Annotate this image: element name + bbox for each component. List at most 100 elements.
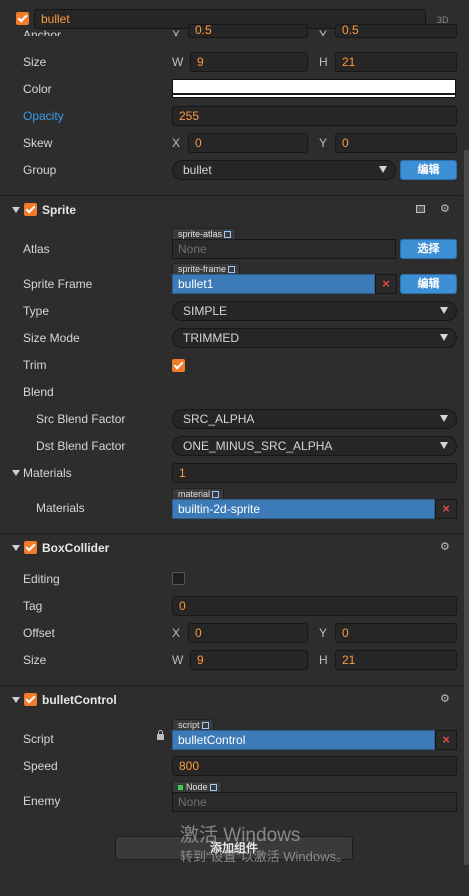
skew-label: Skew <box>23 136 53 150</box>
color-swatch[interactable] <box>172 79 456 98</box>
chevron-down-icon <box>440 307 448 314</box>
src-blend-select[interactable]: SRC_ALPHA <box>172 409 457 429</box>
anchor-y-label: Y <box>319 28 328 36</box>
divider <box>0 195 463 196</box>
size-label: Size <box>23 55 47 69</box>
book-icon[interactable] <box>416 205 425 213</box>
node-icon <box>178 785 183 790</box>
divider <box>0 533 463 534</box>
enemy-field[interactable]: None <box>172 792 457 812</box>
collider-h-label: H <box>319 653 328 667</box>
collider-height-input[interactable]: 21 <box>335 650 457 670</box>
size-height-input[interactable]: 21 <box>335 52 457 72</box>
enemy-label: Enemy <box>23 794 61 808</box>
opacity-input[interactable]: 255 <box>172 106 457 126</box>
collider-w-label: W <box>172 653 184 667</box>
clear-material-icon[interactable]: × <box>435 499 457 519</box>
editing-checkbox[interactable] <box>172 572 185 585</box>
chevron-down-icon <box>440 334 448 341</box>
size-w-label: W <box>172 55 184 69</box>
collapse-arrow-icon <box>12 207 20 213</box>
script-field[interactable]: bulletControl <box>172 730 435 750</box>
atlas-field[interactable]: None <box>172 239 396 259</box>
materials-item-label: Materials <box>36 501 85 515</box>
group-select[interactable]: bullet <box>172 160 396 180</box>
material-field[interactable]: builtin-2d-sprite <box>172 499 435 519</box>
sprite-enabled-checkbox[interactable] <box>24 203 37 216</box>
offset-x-label: X <box>172 626 181 640</box>
src-blend-label: Src Blend Factor <box>36 412 126 426</box>
boxcollider-title: BoxCollider <box>42 541 110 555</box>
sprite-frame-edit-button[interactable]: 编辑 <box>400 274 457 294</box>
sprite-frame-type-tag-label: sprite-frame <box>178 264 227 274</box>
editing-label: Editing <box>23 572 60 586</box>
gear-icon[interactable]: ⚙ <box>440 694 450 705</box>
offset-label: Offset <box>23 626 55 640</box>
expand-arrow-icon[interactable] <box>12 470 20 476</box>
anchor-label: Anchor <box>23 28 62 36</box>
anchor-y-input[interactable]: 0.5 <box>335 24 457 38</box>
sprite-frame-label: Sprite Frame <box>23 277 93 291</box>
scrollbar[interactable] <box>464 150 469 865</box>
size-mode-select[interactable]: TRIMMED <box>172 328 457 348</box>
blend-label: Blend <box>23 385 54 399</box>
open-link-icon[interactable] <box>228 266 236 273</box>
type-select[interactable]: SIMPLE <box>172 301 457 321</box>
dst-blend-label: Dst Blend Factor <box>36 439 126 453</box>
collapse-arrow-icon <box>12 697 20 703</box>
activate-windows-subtitle: 转到“设置”以激活 Windows。 <box>180 849 350 864</box>
sprite-title: Sprite <box>42 203 77 217</box>
script-type-tag-label: script <box>178 720 200 730</box>
clear-script-icon[interactable]: × <box>435 730 457 750</box>
src-blend-select-value: SRC_ALPHA <box>183 412 255 426</box>
open-link-icon[interactable] <box>212 491 220 498</box>
trim-label: Trim <box>23 358 47 372</box>
tag-input[interactable]: 0 <box>172 596 457 616</box>
offset-x-input[interactable]: 0 <box>188 623 308 643</box>
script-label: Script <box>23 732 54 746</box>
materials-label: Materials <box>23 466 72 480</box>
dst-blend-select[interactable]: ONE_MINUS_SRC_ALPHA <box>172 436 457 456</box>
size-width-input[interactable]: 9 <box>190 52 308 72</box>
group-label: Group <box>23 163 57 177</box>
chevron-down-icon <box>440 415 448 422</box>
chevron-down-icon <box>440 442 448 449</box>
gear-icon[interactable]: ⚙ <box>440 542 450 553</box>
trim-checkbox[interactable] <box>172 359 185 372</box>
offset-y-input[interactable]: 0 <box>335 623 457 643</box>
divider <box>0 685 463 686</box>
activate-windows-title: 激活 Windows <box>180 825 301 846</box>
skew-x-input[interactable]: 0 <box>188 133 308 153</box>
open-link-icon[interactable] <box>209 784 217 791</box>
speed-label: Speed <box>23 759 58 773</box>
skew-y-input[interactable]: 0 <box>335 133 457 153</box>
sprite-section-header[interactable]: Sprite ⚙ <box>0 200 463 220</box>
atlas-select-button[interactable]: 选择 <box>400 239 457 259</box>
gear-icon[interactable]: ⚙ <box>440 204 450 215</box>
open-link-icon[interactable] <box>201 722 209 729</box>
bulletcontrol-enabled-checkbox[interactable] <box>24 693 37 706</box>
bulletcontrol-title: bulletControl <box>42 693 117 707</box>
anchor-x-input[interactable]: 0.5 <box>188 24 308 38</box>
enemy-type-tag-label: Node <box>186 782 208 792</box>
collapse-arrow-icon <box>12 545 20 551</box>
type-label: Type <box>23 304 50 318</box>
boxcollider-section-header[interactable]: BoxCollider ⚙ <box>0 538 463 558</box>
atlas-type-tag-label: sprite-atlas <box>178 229 223 239</box>
color-label: Color <box>23 82 52 96</box>
size-mode-label: Size Mode <box>23 331 80 345</box>
skew-y-label: Y <box>319 136 328 150</box>
open-link-icon[interactable] <box>224 231 232 238</box>
node-active-checkbox[interactable] <box>16 12 29 25</box>
clear-sprite-frame-icon[interactable]: × <box>375 274 397 294</box>
sprite-frame-field[interactable]: bullet1 <box>172 274 375 294</box>
materials-count-input[interactable]: 1 <box>172 463 457 483</box>
speed-input[interactable]: 800 <box>172 756 457 776</box>
chevron-down-icon <box>379 166 387 173</box>
lock-shackle <box>158 730 163 735</box>
boxcollider-enabled-checkbox[interactable] <box>24 541 37 554</box>
dst-blend-select-value: ONE_MINUS_SRC_ALPHA <box>183 439 333 453</box>
bulletcontrol-section-header[interactable]: bulletControl ⚙ <box>0 690 463 710</box>
group-edit-button[interactable]: 编辑 <box>400 160 457 180</box>
collider-width-input[interactable]: 9 <box>190 650 308 670</box>
